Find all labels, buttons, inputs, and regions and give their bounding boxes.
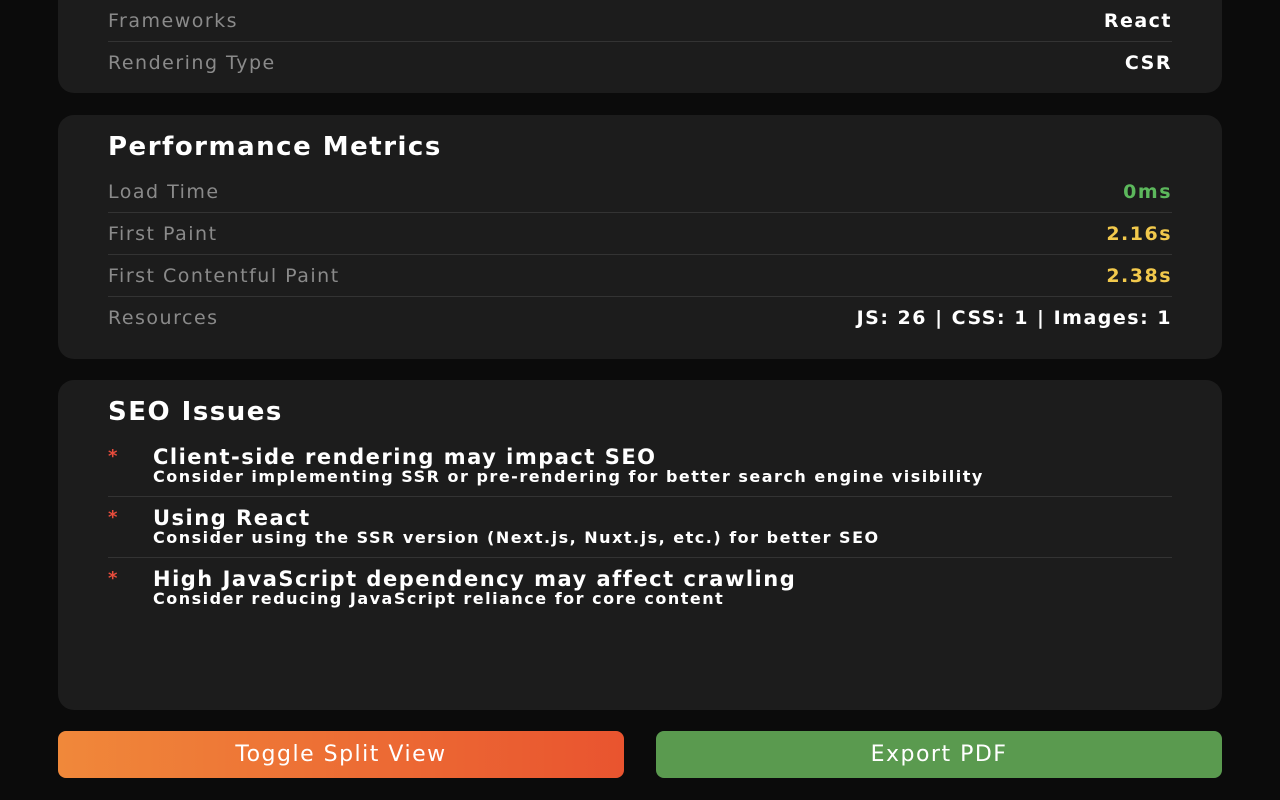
seo-issue-item: * High JavaScript dependency may affect … (108, 558, 1172, 618)
toggle-split-view-button[interactable]: Toggle Split View (58, 731, 624, 778)
seo-issues-title: SEO Issues (108, 397, 283, 427)
resources-label: Resources (108, 306, 219, 329)
issue-body: High JavaScript dependency may affect cr… (153, 568, 1172, 608)
rendering-type-value: CSR (1124, 51, 1172, 74)
frameworks-card: Frameworks React Rendering Type CSR (58, 0, 1222, 93)
load-time-label: Load Time (108, 180, 220, 203)
first-contentful-paint-label: First Contentful Paint (108, 264, 340, 287)
issue-bullet-icon: * (108, 568, 118, 589)
first-contentful-paint-row: First Contentful Paint 2.38s (108, 255, 1172, 297)
first-contentful-paint-value: 2.38s (1106, 264, 1172, 287)
frameworks-row: Frameworks React (108, 0, 1172, 42)
first-paint-value: 2.16s (1106, 222, 1172, 245)
report-page: Frameworks React Rendering Type CSR Perf… (0, 0, 1280, 800)
load-time-value: 0ms (1123, 180, 1172, 203)
issue-description: Consider implementing SSR or pre-renderi… (153, 467, 984, 486)
performance-metrics-card: Performance Metrics Load Time 0ms First … (58, 115, 1222, 359)
rendering-type-label: Rendering Type (108, 51, 276, 74)
resources-row: Resources JS: 26 | CSS: 1 | Images: 1 (108, 297, 1172, 338)
first-paint-row: First Paint 2.16s (108, 213, 1172, 255)
first-paint-label: First Paint (108, 222, 218, 245)
frameworks-value: React (1103, 9, 1172, 32)
export-pdf-button[interactable]: Export PDF (656, 731, 1222, 778)
resources-value: JS: 26 | CSS: 1 | Images: 1 (856, 306, 1172, 329)
issue-title: Using React (153, 506, 311, 530)
frameworks-label: Frameworks (108, 9, 239, 32)
seo-issue-item: * Using React Consider using the SSR ver… (108, 497, 1172, 558)
issue-description: Consider using the SSR version (Next.js,… (153, 528, 880, 547)
seo-issues-card: SEO Issues * Client-side rendering may i… (58, 380, 1222, 710)
issue-title: High JavaScript dependency may affect cr… (153, 567, 797, 591)
issue-bullet-icon: * (108, 446, 118, 467)
issue-bullet-icon: * (108, 507, 118, 528)
seo-issue-item: * Client-side rendering may impact SEO C… (108, 436, 1172, 497)
load-time-row: Load Time 0ms (108, 171, 1172, 213)
issue-title: Client-side rendering may impact SEO (153, 445, 657, 469)
rendering-type-row: Rendering Type CSR (108, 42, 1172, 83)
issue-body: Using React Consider using the SSR versi… (153, 507, 1172, 547)
issue-description: Consider reducing JavaScript reliance fo… (153, 589, 725, 608)
performance-metrics-title: Performance Metrics (108, 132, 442, 162)
issue-body: Client-side rendering may impact SEO Con… (153, 446, 1172, 486)
